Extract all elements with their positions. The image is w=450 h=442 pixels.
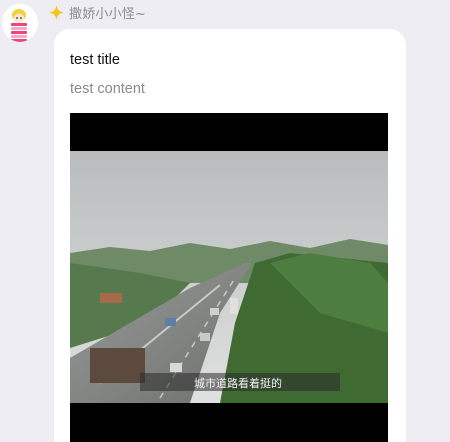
sender-name: 撒娇小小怪~: [69, 6, 147, 22]
video-thumbnail[interactable]: 城市道路看着挺的: [70, 113, 388, 442]
card-content: test content: [70, 81, 145, 97]
message-card[interactable]: test title test content 城市道路看着挺的: [54, 29, 406, 442]
cartoon-avatar-icon: [2, 4, 38, 42]
card-title: test title: [70, 52, 120, 68]
video-thumbnail-icon: 城市道路看着挺的: [70, 113, 388, 442]
sender-line: 撒娇小小怪~: [48, 2, 146, 22]
chat-message-row: 撒娇小小怪~ test title test content 城市道路看着挺的: [0, 0, 450, 442]
sender-avatar[interactable]: [2, 4, 38, 42]
video-caption: 城市道路看着挺的: [194, 376, 282, 390]
sparkle-star-icon: [48, 4, 65, 20]
